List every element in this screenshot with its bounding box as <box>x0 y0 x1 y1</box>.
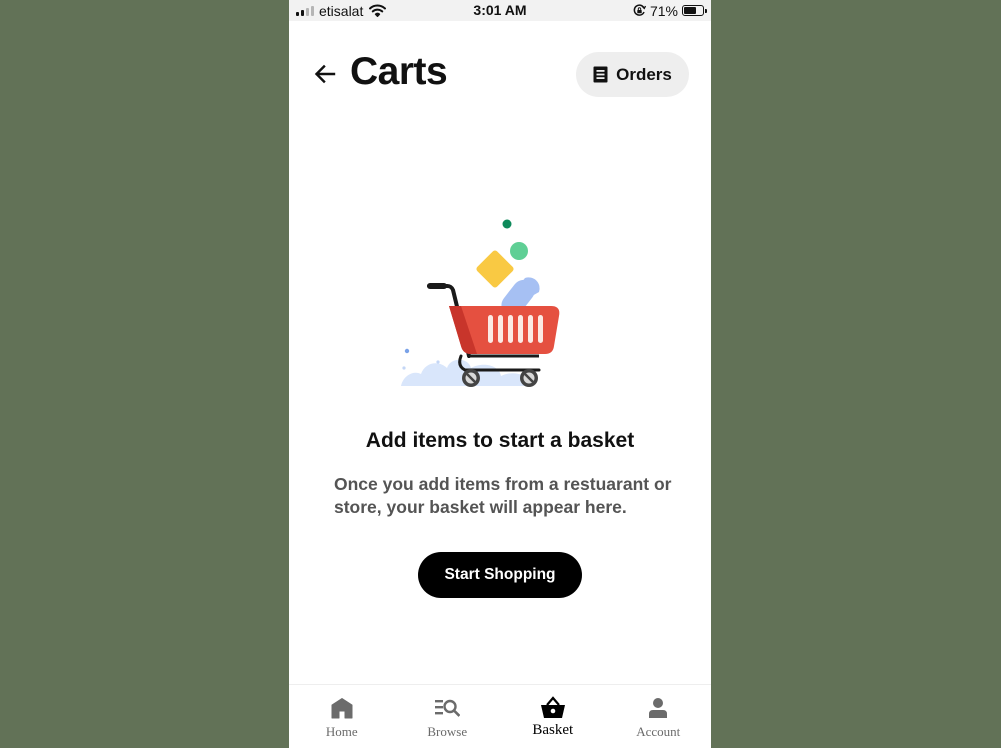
basket-icon <box>540 695 566 721</box>
status-bar: etisalat 3:01 AM 71% <box>289 0 711 21</box>
nav-label-browse: Browse <box>427 724 468 739</box>
empty-state-description: Once you add items from a restuarant or … <box>334 474 672 517</box>
nav-item-account[interactable]: Account <box>606 685 712 748</box>
orders-label: Orders <box>616 64 672 84</box>
orders-button[interactable]: Orders <box>576 52 689 97</box>
nav-label-account: Account <box>636 724 681 739</box>
back-button[interactable] <box>311 60 339 88</box>
receipt-icon <box>593 66 608 83</box>
page-title: Carts <box>350 50 448 93</box>
nav-label-home: Home <box>325 724 358 739</box>
bottom-nav: Home Browse Basket Account <box>289 684 711 748</box>
phone-screen: etisalat 3:01 AM 71% Carts Orders Add it… <box>289 0 711 748</box>
start-shopping-button[interactable]: Start Shopping <box>418 552 582 598</box>
status-right: 71% <box>633 2 707 19</box>
nav-item-browse[interactable]: Browse <box>395 685 501 748</box>
nav-item-basket[interactable]: Basket <box>500 685 606 748</box>
empty-state-title: Add items to start a basket <box>365 429 635 452</box>
account-icon <box>647 695 669 721</box>
browse-search-icon <box>434 695 461 721</box>
battery-icon <box>682 5 707 16</box>
shopping-cart-illustration <box>389 210 579 400</box>
battery-percent: 71% <box>649 2 678 19</box>
nav-label-basket: Basket <box>532 722 574 738</box>
orientation-lock-icon <box>633 4 646 17</box>
arrow-left-icon <box>314 64 336 84</box>
nav-item-home[interactable]: Home <box>289 685 395 748</box>
home-icon <box>331 695 353 721</box>
